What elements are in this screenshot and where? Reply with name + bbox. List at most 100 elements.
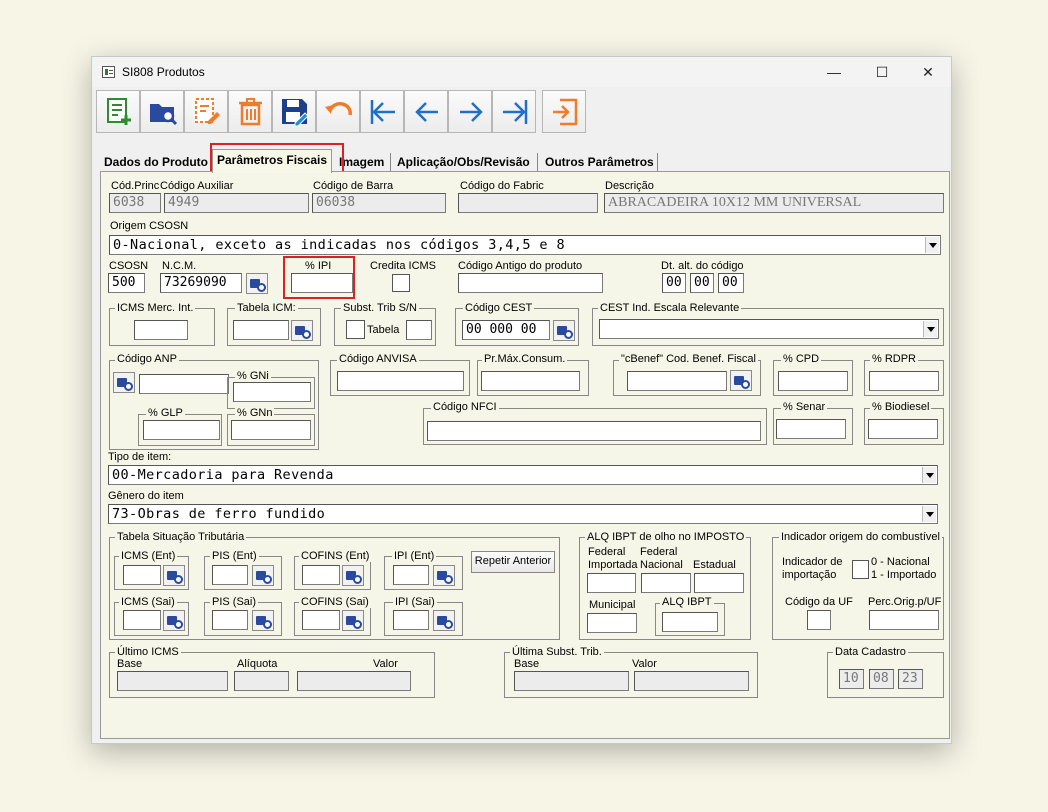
repetir-anterior-button[interactable]: Repetir Anterior [471, 551, 555, 573]
save-button[interactable] [272, 90, 316, 133]
undo-button[interactable] [316, 90, 360, 133]
exit-button[interactable] [542, 90, 586, 133]
ultima-st-valor-field[interactable] [634, 671, 749, 691]
cod-fabric-field[interactable] [458, 193, 598, 213]
alq-ibpt-field[interactable] [662, 612, 718, 632]
cbenef-field[interactable] [627, 371, 727, 391]
cod-antigo-field[interactable] [458, 273, 603, 293]
prmax-field[interactable] [481, 371, 580, 391]
edit-button[interactable] [184, 90, 228, 133]
chevron-down-icon[interactable] [922, 467, 936, 483]
data-cadastro-day[interactable]: 10 [839, 669, 864, 689]
dt-alt-month[interactable]: 00 [690, 273, 714, 293]
tst-ipi-sai-search-icon[interactable] [433, 610, 455, 631]
tab-aplicacao[interactable]: Aplicação/Obs/Revisão [393, 153, 538, 171]
last-record-button[interactable] [492, 90, 536, 133]
genero-item-select[interactable]: 73-Obras de ferro fundido [108, 504, 938, 524]
first-record-button[interactable] [360, 90, 404, 133]
ind-importacao-field[interactable] [852, 560, 869, 579]
tst-pis-sai-field[interactable] [212, 610, 248, 630]
dt-alt-label: Dt. alt. do código [661, 260, 744, 272]
cest-search-icon[interactable] [553, 320, 575, 341]
ultimo-icms-valor-field[interactable] [297, 671, 411, 691]
senar-field[interactable] [776, 419, 846, 439]
biodiesel-field[interactable] [868, 419, 938, 439]
tst-cofins-sai-field[interactable] [302, 610, 340, 630]
subst-tabela-field[interactable] [406, 320, 432, 340]
dt-alt-day[interactable]: 00 [662, 273, 686, 293]
tab-parametros-fiscais[interactable]: Parâmetros Fiscais [212, 149, 332, 173]
cpd-field[interactable] [778, 371, 848, 391]
cod-barra-field[interactable]: 06038 [312, 193, 446, 213]
credita-icms-checkbox[interactable] [392, 274, 410, 292]
cod-uf-field[interactable] [807, 610, 831, 630]
delete-button[interactable] [228, 90, 272, 133]
anvisa-label: Código ANVISA [337, 353, 419, 365]
tst-icms-ent-search-icon[interactable] [163, 565, 185, 586]
ultimo-icms-aliquota-field[interactable] [234, 671, 289, 691]
search-button[interactable] [140, 90, 184, 133]
perc-orig-field[interactable] [869, 610, 939, 630]
tab-dados-produto[interactable]: Dados do Produto [100, 153, 210, 171]
descricao-field[interactable]: ABRACADEIRA 10X12 MM UNIVERSAL [604, 193, 944, 213]
tst-ipi-ent-search-icon[interactable] [433, 565, 455, 586]
dt-alt-year[interactable]: 00 [718, 273, 744, 293]
chevron-down-icon[interactable] [923, 321, 937, 337]
next-record-button[interactable] [448, 90, 492, 133]
ibpt-municipal-field[interactable] [587, 613, 637, 633]
cbenef-search-icon[interactable] [730, 370, 752, 391]
anp-search-icon[interactable] [113, 372, 135, 393]
glp-field[interactable] [143, 420, 220, 440]
tabela-icm-search-icon[interactable] [291, 320, 313, 341]
chevron-down-icon[interactable] [925, 237, 939, 253]
data-cadastro-year[interactable]: 23 [898, 669, 923, 689]
ultimo-icms-title: Último ICMS [115, 646, 181, 658]
ncm-search-icon[interactable] [246, 273, 268, 294]
tst-icms-ent-field[interactable] [123, 565, 161, 585]
minimize-button[interactable]: — [814, 61, 854, 83]
ipi-field[interactable] [291, 273, 353, 293]
anvisa-field[interactable] [337, 371, 464, 391]
tst-ipi-sai-field[interactable] [393, 610, 429, 630]
tst-cofins-ent-search-icon[interactable] [342, 565, 364, 586]
gnn-field[interactable] [231, 420, 311, 440]
ultimo-icms-base-field[interactable] [117, 671, 228, 691]
nfci-field[interactable] [427, 421, 761, 441]
csosn-field[interactable]: 500 [108, 273, 145, 293]
cod-princ-field[interactable]: 6038 [109, 193, 161, 213]
anp-field[interactable] [139, 374, 229, 394]
chevron-down-icon[interactable] [922, 506, 936, 522]
cod-aux-field[interactable]: 4949 [164, 193, 309, 213]
subst-trib-checkbox[interactable] [346, 320, 365, 339]
ibpt-fed-imp-field[interactable] [587, 573, 636, 593]
rdpr-label: % RDPR [870, 353, 919, 365]
tab-outros-parametros[interactable]: Outros Parâmetros [541, 153, 658, 171]
tst-pis-sai-search-icon[interactable] [252, 610, 274, 631]
origem-select[interactable]: 0-Nacional, exceto as indicadas nos códi… [109, 235, 941, 255]
cbenef-label: "cBenef" Cod. Benef. Fiscal [619, 353, 758, 365]
ultima-st-base-field[interactable] [514, 671, 629, 691]
tst-ipi-ent-field[interactable] [393, 565, 429, 585]
icms-merc-field[interactable] [134, 320, 188, 340]
close-button[interactable]: ✕ [908, 61, 948, 83]
tst-cofins-sai-search-icon[interactable] [342, 610, 364, 631]
cest-field[interactable]: 00 000 00 [462, 320, 550, 340]
tst-pis-ent-search-icon[interactable] [252, 565, 274, 586]
tst-pis-ent-field[interactable] [212, 565, 248, 585]
maximize-button[interactable]: ☐ [862, 61, 902, 83]
tipo-item-select[interactable]: 00-Mercadoria para Revenda [108, 465, 938, 485]
tst-cofins-ent-field[interactable] [302, 565, 340, 585]
data-cadastro-month[interactable]: 08 [869, 669, 894, 689]
ibpt-fed-nac-field[interactable] [641, 573, 691, 593]
ncm-field[interactable]: 73269090 [160, 273, 242, 293]
rdpr-field[interactable] [869, 371, 939, 391]
ibpt-estadual-field[interactable] [694, 573, 744, 593]
gni-field[interactable] [233, 382, 311, 402]
tabela-icm-field[interactable] [233, 320, 289, 340]
previous-record-button[interactable] [404, 90, 448, 133]
new-record-button[interactable] [96, 90, 140, 133]
tst-cofins-sai-label: COFINS (Sai) [299, 596, 371, 608]
tst-icms-sai-search-icon[interactable] [163, 610, 185, 631]
tst-icms-sai-field[interactable] [123, 610, 161, 630]
cest-escala-select[interactable] [599, 319, 939, 339]
